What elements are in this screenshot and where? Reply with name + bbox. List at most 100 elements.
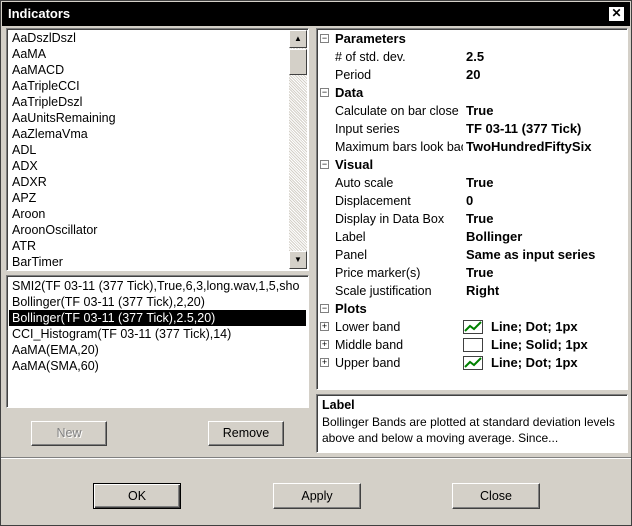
applied-indicator-item[interactable]: AaMA(EMA,20) (9, 342, 306, 358)
apply-button[interactable]: Apply (273, 483, 361, 509)
indicator-items: AaDszlDszl AaMA AaMACD AaTripleCCI AaTripleD… (9, 30, 287, 270)
property-value[interactable]: Right (466, 282, 499, 300)
footer-separator (1, 457, 631, 459)
property-value[interactable]: 20 (466, 66, 480, 84)
expand-icon[interactable]: + (320, 340, 329, 349)
collapse-icon[interactable]: − (320, 88, 329, 97)
indicator-list-item[interactable]: AaTripleDszl (9, 94, 287, 110)
close-icon[interactable]: ✕ (608, 6, 625, 22)
property-name: Scale justification (335, 284, 432, 298)
applied-indicators-list[interactable]: SMI2(TF 03-11 (377 Tick),True,6,3,long.w… (6, 275, 309, 408)
applied-indicator-item[interactable]: Bollinger(TF 03-11 (377 Tick),2,20) (9, 294, 306, 310)
property-row[interactable]: + Lower band Line; Dot; 1px (317, 318, 627, 336)
collapse-icon[interactable]: − (320, 160, 329, 169)
property-value[interactable]: Line; Dot; 1px (491, 354, 578, 372)
indicator-list-item[interactable]: APZ (9, 190, 287, 206)
description-title: Label (322, 398, 355, 412)
property-row[interactable]: Scale justification Right (317, 282, 627, 300)
property-value[interactable]: Line; Dot; 1px (491, 318, 578, 336)
property-name: Displacement (335, 194, 411, 208)
property-row[interactable]: + Middle band Line; Solid; 1px (317, 336, 627, 354)
line-chart-icon[interactable] (463, 356, 483, 370)
expand-icon[interactable]: + (320, 358, 329, 367)
available-indicators-list[interactable]: AaDszlDszl AaMA AaMACD AaTripleCCI AaTripleD… (6, 28, 309, 271)
line-chart-icon[interactable] (463, 320, 483, 334)
property-value[interactable]: Same as input series (466, 246, 595, 264)
property-value[interactable]: True (466, 210, 493, 228)
property-value[interactable]: Bollinger (466, 228, 522, 246)
expand-icon[interactable]: + (320, 322, 329, 331)
property-name: Input series (335, 122, 400, 136)
indicator-list-item[interactable]: ADXR (9, 174, 287, 190)
category-label: Visual (335, 157, 374, 172)
indicator-list-item[interactable]: AaDszlDszl (9, 30, 287, 46)
property-name: Display in Data Box (335, 212, 445, 226)
scroll-down-icon[interactable]: ▼ (289, 251, 307, 269)
applied-indicator-item[interactable]: Bollinger(TF 03-11 (377 Tick),2.5,20) (9, 310, 306, 326)
property-value[interactable]: 0 (466, 192, 473, 210)
property-value[interactable]: TwoHundredFiftySix (466, 138, 591, 156)
property-name: Price marker(s) (335, 266, 421, 280)
category-parameters[interactable]: − Parameters (317, 30, 627, 48)
indicator-list-item[interactable]: ATR (9, 238, 287, 254)
ok-button[interactable]: OK (93, 483, 181, 509)
property-value[interactable]: True (466, 102, 493, 120)
category-data[interactable]: − Data (317, 84, 627, 102)
category-label: Parameters (335, 31, 406, 46)
property-name: # of std. dev. (335, 50, 406, 64)
property-value[interactable]: TF 03-11 (377 Tick) (466, 120, 581, 138)
property-name: Calculate on bar close (335, 104, 459, 118)
property-row[interactable]: Period 20 (317, 66, 627, 84)
property-name: Panel (335, 248, 367, 262)
applied-indicator-item[interactable]: CCI_Histogram(TF 03-11 (377 Tick),14) (9, 326, 306, 342)
indicator-list-item[interactable]: BarTimer (9, 254, 287, 270)
property-name: Maximum bars look back (335, 140, 463, 154)
indicator-list-item[interactable]: Aroon (9, 206, 287, 222)
indicator-list-item[interactable]: AaMA (9, 46, 287, 62)
property-row[interactable]: Calculate on bar close True (317, 102, 627, 120)
remove-button[interactable]: Remove (208, 421, 284, 446)
title-bar: Indicators ✕ (2, 2, 630, 26)
property-value[interactable]: Line; Solid; 1px (491, 336, 588, 354)
property-row[interactable]: Panel Same as input series (317, 246, 627, 264)
property-row[interactable]: # of std. dev. 2.5 (317, 48, 627, 66)
property-name: Period (335, 68, 372, 82)
property-row[interactable]: Display in Data Box True (317, 210, 627, 228)
collapse-icon[interactable]: − (320, 34, 329, 43)
indicator-list-item[interactable]: AroonOscillator (9, 222, 287, 238)
property-name: Lower band (335, 320, 401, 334)
property-value[interactable]: True (466, 174, 493, 192)
indicator-list-item[interactable]: ADL (9, 142, 287, 158)
blank-swatch[interactable] (463, 338, 483, 352)
collapse-icon[interactable]: − (320, 304, 329, 313)
property-value[interactable]: 2.5 (466, 48, 484, 66)
window-title: Indicators (8, 6, 71, 21)
applied-indicator-item[interactable]: AaMA(SMA,60) (9, 358, 306, 374)
category-visual[interactable]: − Visual (317, 156, 627, 174)
property-row[interactable]: Auto scale True (317, 174, 627, 192)
close-button[interactable]: Close (452, 483, 540, 509)
property-row[interactable]: Maximum bars look back TwoHundredFiftySix (317, 138, 627, 156)
property-name: Label (335, 230, 366, 244)
category-label: Plots (335, 301, 367, 316)
property-value[interactable]: True (466, 264, 493, 282)
indicator-list-item[interactable]: AaUnitsRemaining (9, 110, 287, 126)
indicators-dialog: Indicators ✕ AaDszlDszl AaMA AaMACD AaTripl… (0, 0, 632, 526)
new-button[interactable]: New (31, 421, 107, 446)
property-row[interactable]: Label Bollinger (317, 228, 627, 246)
applied-indicator-item[interactable]: SMI2(TF 03-11 (377 Tick),True,6,3,long.w… (9, 278, 306, 294)
property-row[interactable]: Input series TF 03-11 (377 Tick) (317, 120, 627, 138)
indicator-list-item[interactable]: AaZlemaVma (9, 126, 287, 142)
property-name: Auto scale (335, 176, 394, 190)
property-grid[interactable]: − Parameters # of std. dev. 2.5 Period 20− Dat… (316, 28, 628, 390)
indicator-list-item[interactable]: ADX (9, 158, 287, 174)
property-row[interactable]: Price marker(s) True (317, 264, 627, 282)
indicator-list-item[interactable]: AaMACD (9, 62, 287, 78)
property-row[interactable]: + Upper band Line; Dot; 1px (317, 354, 627, 372)
indicator-list-item[interactable]: AaTripleCCI (9, 78, 287, 94)
scroll-up-icon[interactable]: ▲ (289, 30, 307, 48)
scroll-thumb[interactable] (289, 49, 307, 75)
indicator-list-scrollbar[interactable]: ▲ ▼ (289, 30, 307, 269)
category-plots[interactable]: − Plots (317, 300, 627, 318)
property-row[interactable]: Displacement 0 (317, 192, 627, 210)
